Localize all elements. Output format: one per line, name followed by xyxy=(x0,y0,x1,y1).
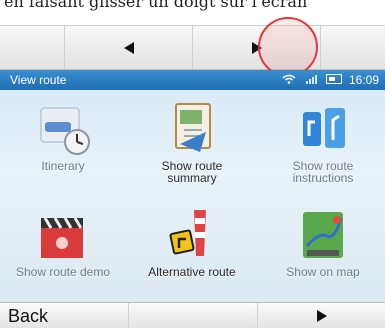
top-bar-empty-right xyxy=(321,26,385,69)
back-button-label: Back xyxy=(8,306,49,326)
triangle-left-icon xyxy=(123,41,134,54)
tile-alternative-route[interactable]: Alternative route xyxy=(137,198,247,298)
tile-label: Show route demo xyxy=(15,265,111,279)
itinerary-clock-icon xyxy=(33,100,93,160)
tile-route-instructions[interactable]: Show route instructions xyxy=(268,92,378,192)
triangle-right-icon xyxy=(316,309,327,322)
route-instructions-icon xyxy=(293,100,353,160)
tap-highlight-circle xyxy=(258,17,318,77)
tile-label: Show route instructions xyxy=(292,159,354,185)
battery-icon xyxy=(326,74,342,84)
caption-text: en faisant glisser un doigt sur l'écran xyxy=(4,0,308,11)
previous-page-button[interactable] xyxy=(65,26,193,69)
top-navigation-bar xyxy=(0,25,385,70)
tile-label: Show route summary xyxy=(161,159,223,185)
bottom-navigation-bar: Back xyxy=(0,302,385,328)
tile-itinerary[interactable]: Itinerary xyxy=(8,92,118,192)
wifi-icon xyxy=(282,74,296,84)
tile-label: Alternative route xyxy=(148,265,236,279)
clapperboard-demo-icon xyxy=(33,206,93,266)
back-button[interactable]: Back xyxy=(0,303,129,328)
signal-strength-icon xyxy=(306,75,317,84)
status-bar: View route 16:09 xyxy=(0,70,385,90)
status-icons xyxy=(282,74,342,84)
map-icon xyxy=(293,206,353,266)
tile-route-demo[interactable]: Show route demo xyxy=(8,198,118,298)
tile-label: Show on map xyxy=(286,265,360,279)
route-summary-icon xyxy=(162,100,222,160)
bottom-bar-empty-button[interactable] xyxy=(129,303,258,328)
screen-title: View route xyxy=(10,73,67,87)
tile-label: Itinerary xyxy=(41,159,85,173)
roadblock-alternative-icon xyxy=(162,206,222,266)
device-screen: View route 16:09 Itinerary Show route su… xyxy=(0,70,385,328)
tile-route-summary[interactable]: Show route summary xyxy=(137,92,247,192)
bottom-next-button[interactable] xyxy=(258,303,385,328)
top-bar-empty-left xyxy=(0,26,65,69)
tile-show-on-map[interactable]: Show on map xyxy=(268,198,378,298)
clock-time: 16:09 xyxy=(348,73,379,87)
